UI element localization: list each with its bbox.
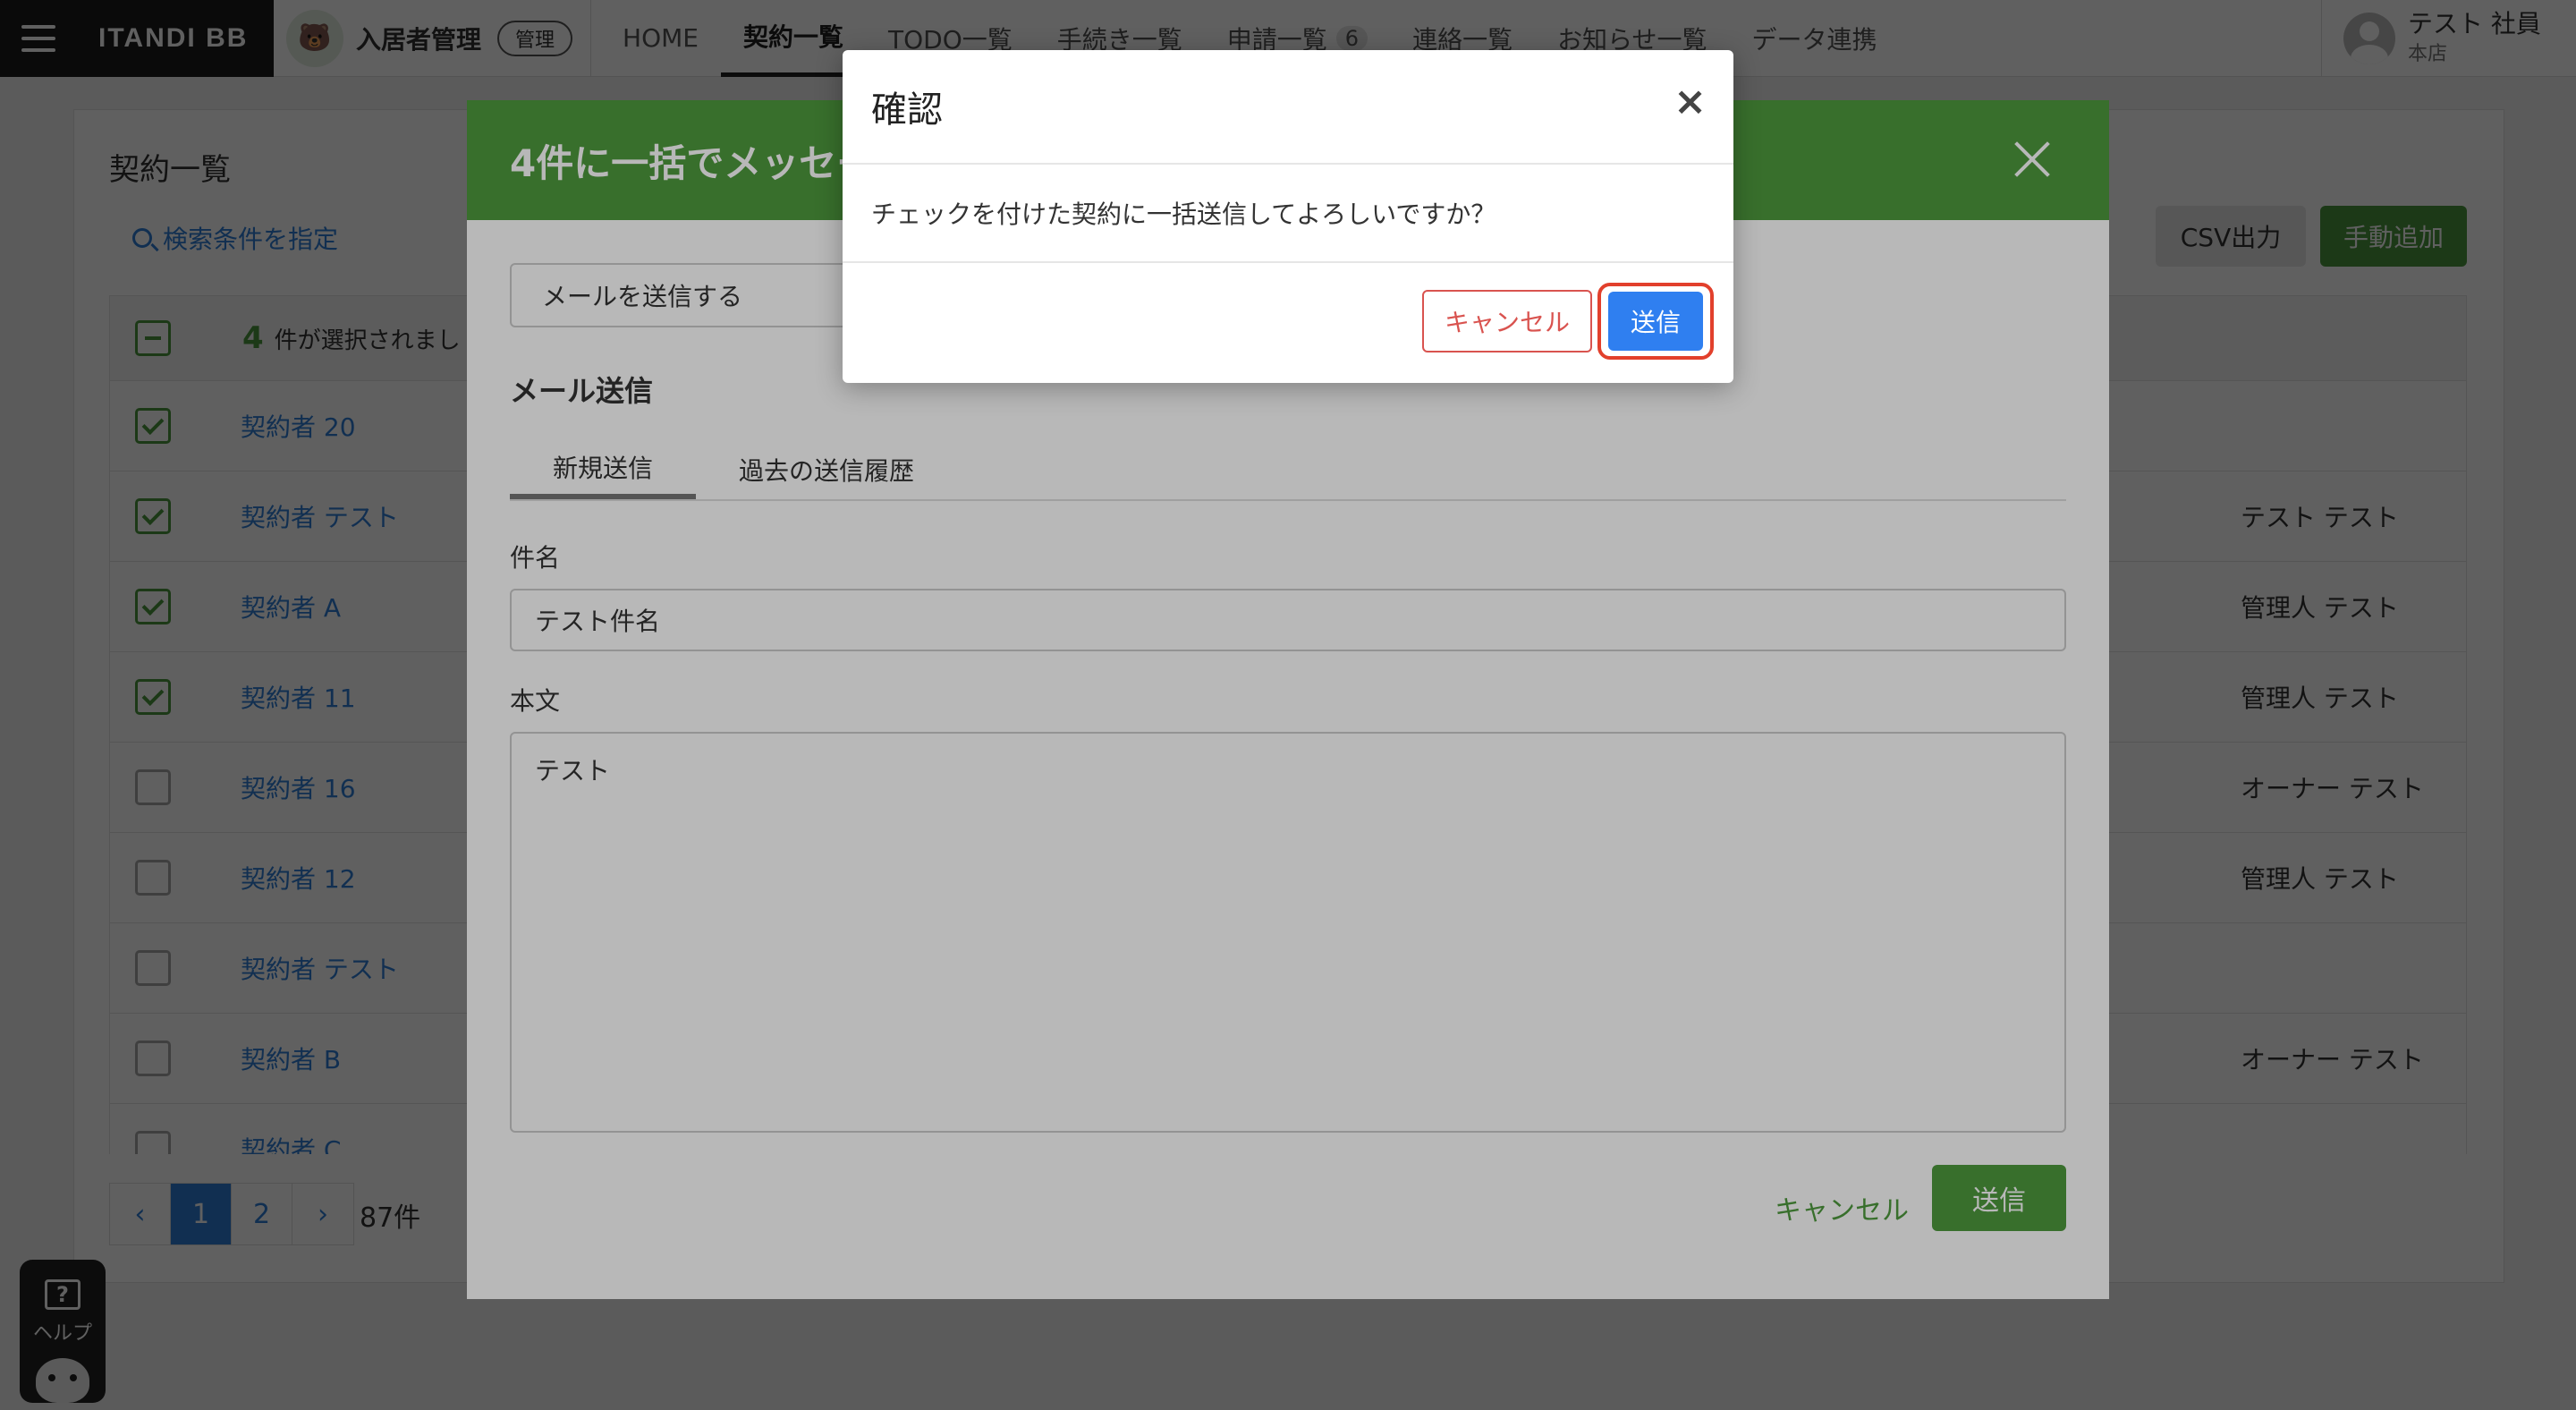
confirm-cancel-button[interactable]: キャンセル [1422, 290, 1592, 352]
confirm-message: チェックを付けた契約に一括送信してよろしいですか？ [843, 165, 1733, 263]
close-icon[interactable]: × [1674, 82, 1707, 122]
confirm-dialog: 確認 × チェックを付けた契約に一括送信してよろしいですか？ キャンセル 送信 [843, 50, 1733, 383]
confirm-send-button[interactable]: 送信 [1608, 292, 1703, 351]
confirm-header: 確認 [843, 50, 1733, 165]
confirm-title: 確認 [871, 89, 943, 131]
